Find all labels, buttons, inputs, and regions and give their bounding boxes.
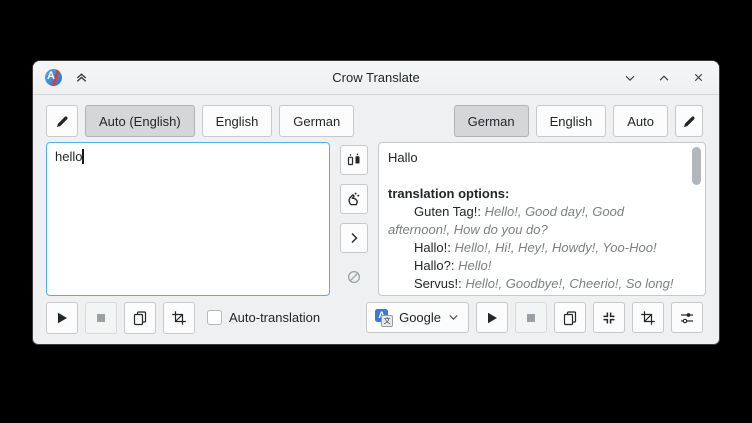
chevron-right-icon [346, 230, 362, 246]
chevron-down-icon [447, 311, 460, 324]
pencil-icon [55, 114, 70, 129]
option-translations: Hello!, Hi!, Hey!, Howdy!, Yoo-Hoo! [454, 240, 656, 255]
translation-text-area[interactable]: Hallo translation options: Guten Tag!: H… [378, 142, 706, 296]
cancel-button [340, 262, 368, 292]
settings-button[interactable] [671, 302, 703, 333]
option-translations: Hello! [458, 258, 491, 273]
pointing-hand-button[interactable] [340, 184, 368, 214]
close-x-icon [692, 71, 705, 84]
stop-source-button [85, 302, 117, 334]
translation-text: Hallo [388, 149, 683, 167]
desktop-background: Crow Translate A [0, 0, 752, 423]
titlebar[interactable]: Crow Translate A [33, 61, 719, 95]
stop-icon [523, 310, 539, 326]
crow-translate-window: Crow Translate A [33, 61, 719, 344]
close-button[interactable] [689, 69, 707, 87]
source-lang-auto-button[interactable]: Auto (English) [85, 105, 195, 137]
edit-target-languages-button[interactable] [675, 105, 703, 137]
auto-translation-checkbox[interactable] [207, 310, 222, 325]
engine-select[interactable]: A 文 Google [366, 302, 469, 333]
copy-icon [562, 310, 578, 326]
translation-option: Hallo?: Hello! [388, 257, 683, 275]
translate-button[interactable] [340, 223, 368, 253]
target-lang-english-button[interactable]: English [536, 105, 607, 137]
engine-label: Google [399, 310, 441, 325]
pointing-hand-icon [346, 191, 362, 207]
play-icon [54, 310, 70, 326]
translation-option: Servus!: Hello!, Goodbye!, Cheerio!, So … [388, 275, 683, 293]
source-text-area[interactable]: hello [46, 142, 330, 296]
main-content: Auto (English) English German German Eng… [33, 95, 719, 344]
translation-options-header: translation options: [388, 185, 683, 203]
translation-option: Guten Tag!: Hello!, Good day!, Good afte… [388, 203, 683, 239]
translation-panes: hello [46, 142, 706, 296]
stop-translation-button [515, 302, 547, 333]
cancel-icon [346, 269, 362, 285]
minimize-button[interactable] [621, 69, 639, 87]
option-term: Hallo?: [414, 258, 454, 273]
copy-icon [132, 310, 148, 326]
source-lang-english-button[interactable]: English [202, 105, 273, 137]
maximize-button[interactable] [655, 69, 673, 87]
option-translations: Hello!, Goodbye!, Cheerio!, So long! [465, 276, 673, 291]
google-translate-icon: A 文 [375, 309, 393, 327]
translation-scrollbar[interactable] [692, 147, 701, 291]
language-toolbar: Auto (English) English German German Eng… [46, 105, 703, 137]
double-chevron-up-icon [74, 70, 89, 85]
corners-inward-icon [601, 310, 617, 326]
option-term: Guten Tag!: [414, 204, 481, 219]
chevron-down-icon [623, 71, 637, 85]
translation-crop-button[interactable] [632, 302, 664, 333]
chevron-up-icon [657, 71, 671, 85]
source-lang-german-button[interactable]: German [279, 105, 354, 137]
target-lang-auto-button[interactable]: Auto [613, 105, 668, 137]
swap-languages-button[interactable] [340, 145, 368, 175]
source-crop-button[interactable] [163, 302, 195, 334]
edit-source-languages-button[interactable] [46, 105, 78, 137]
copy-translation-button[interactable] [554, 302, 586, 333]
swap-icon [346, 152, 362, 168]
copy-source-button[interactable] [124, 302, 156, 334]
option-term: Hallo!: [414, 240, 451, 255]
pencil-icon [682, 114, 697, 129]
target-lang-german-button[interactable]: German [454, 105, 529, 137]
play-translation-button[interactable] [476, 302, 508, 333]
text-caret [82, 149, 84, 164]
stop-icon [93, 310, 109, 326]
keep-above-button[interactable] [72, 69, 90, 87]
crop-icon [640, 310, 656, 326]
bottom-controls: Auto-translation A 文 Google [46, 302, 703, 333]
source-text: hello [55, 149, 82, 164]
option-term: Servus!: [414, 276, 462, 291]
auto-translation-label: Auto-translation [229, 310, 320, 325]
crop-icon [171, 310, 187, 326]
middle-button-column [330, 142, 378, 296]
app-icon[interactable]: A [45, 69, 62, 86]
sliders-icon [679, 310, 695, 326]
scrollbar-thumb[interactable] [692, 147, 701, 185]
play-icon [484, 310, 500, 326]
window-title: Crow Translate [33, 70, 719, 85]
translation-option: Hallo!: Hello!, Hi!, Hey!, Howdy!, Yoo-H… [388, 239, 683, 257]
play-source-button[interactable] [46, 302, 78, 334]
fit-window-button[interactable] [593, 302, 625, 333]
